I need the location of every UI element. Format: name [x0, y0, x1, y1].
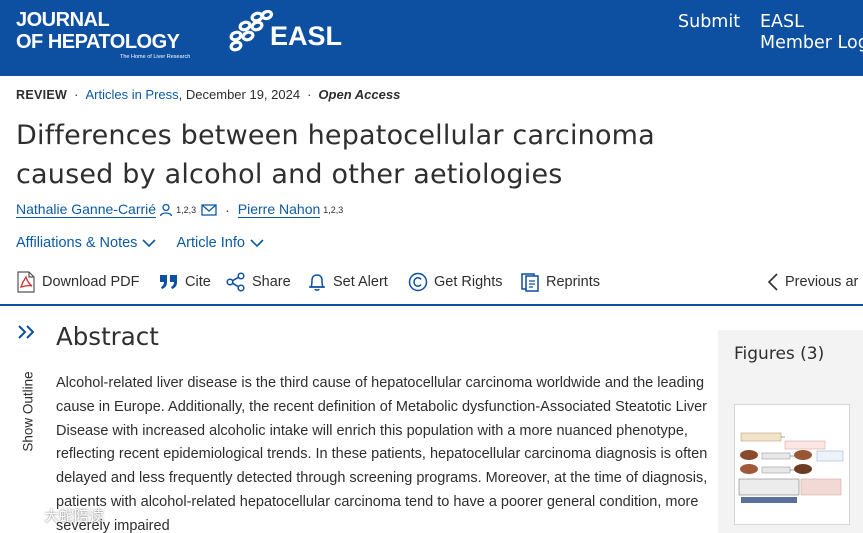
- meta-separator: ·: [307, 87, 312, 102]
- header-nav: Submit EASL Member Login: [678, 12, 863, 53]
- previous-article-label: Previous ar: [785, 274, 859, 290]
- journal-tagline: The Home of Liver Research: [120, 54, 191, 60]
- submit-link[interactable]: Submit: [678, 12, 740, 32]
- figure-graphic: [735, 405, 849, 524]
- author-list: Nathalie Ganne-Carrié 1,2,3 · Pierre Nah…: [16, 201, 343, 218]
- easl-wordmark: EASL: [270, 21, 343, 51]
- reprints-button[interactable]: Reprints: [520, 270, 600, 294]
- figures-title: Figures (3): [734, 344, 825, 364]
- share-label: Share: [252, 274, 291, 290]
- reprints-icon: [521, 273, 539, 292]
- member-login-link[interactable]: EASL Member Login: [760, 12, 863, 54]
- meta-separator: ·: [74, 87, 79, 102]
- reprints-label: Reprints: [546, 274, 600, 290]
- show-outline-label: Show Outline: [20, 371, 36, 452]
- person-icon: [159, 203, 173, 216]
- author-separator: ·: [225, 201, 230, 218]
- show-outline-toggle[interactable]: Show Outline: [14, 322, 42, 452]
- author-name[interactable]: Nathalie Ganne-Carrié: [16, 201, 157, 218]
- article-info-toggle[interactable]: Article Info: [176, 235, 264, 251]
- easl-dots-icon: [229, 10, 274, 52]
- get-rights-label: Get Rights: [434, 274, 503, 290]
- share-button[interactable]: Share: [226, 270, 291, 294]
- chevron-down-icon: [250, 238, 264, 247]
- open-access-label: Open Access: [318, 87, 401, 102]
- cite-label: Cite: [185, 274, 211, 290]
- figures-panel: Figures (3): [718, 330, 863, 533]
- article-meta: REVIEW · Articles in Press, December 19, 2…: [16, 87, 400, 102]
- set-alert-label: Set Alert: [333, 274, 388, 290]
- journal-logo-line1: JOURNAL: [16, 9, 110, 31]
- article-toolbar: Download PDF Cite Share Set Alert Get Ri…: [16, 270, 863, 296]
- figure-thumbnail[interactable]: [734, 404, 850, 525]
- article-info-label: Article Info: [176, 235, 245, 251]
- download-pdf-button[interactable]: Download PDF: [16, 270, 140, 294]
- articles-in-press-link[interactable]: Articles in Press: [85, 87, 178, 102]
- get-rights-button[interactable]: Get Rights: [408, 270, 503, 294]
- author-name[interactable]: Pierre Nahon: [237, 201, 321, 218]
- author-affiliation-numbers: 1,2,3: [323, 204, 344, 215]
- publication-date: , December 19, 2024: [178, 87, 301, 102]
- cite-button[interactable]: Cite: [159, 270, 211, 294]
- quote-icon: [160, 275, 177, 289]
- previous-article-link[interactable]: Previous ar: [767, 270, 858, 294]
- watermark-logo-icon: [9, 509, 36, 522]
- watermark: 大蛇陪读: [8, 505, 104, 526]
- toolbar-divider: [0, 304, 863, 306]
- article-toggles: Affiliations & Notes Article Info: [16, 235, 284, 251]
- watermark-text: 大蛇陪读: [44, 508, 105, 525]
- journal-logo-line2: OF HEPATOLOGY: [16, 31, 180, 53]
- bell-icon: [309, 274, 325, 291]
- copyright-icon: [408, 272, 428, 292]
- pdf-icon: [17, 271, 35, 293]
- article-title: Differences between hepatocellular carci…: [16, 120, 655, 190]
- site-header: JOURNAL OF HEPATOLOGY The Home of Liver …: [0, 0, 863, 76]
- chevron-down-icon: [142, 238, 157, 247]
- journal-logo[interactable]: JOURNAL OF HEPATOLOGY The Home of Liver …: [16, 9, 190, 60]
- article-type: REVIEW: [16, 88, 68, 102]
- easl-logo[interactable]: EASL: [228, 10, 342, 54]
- double-chevron-right-icon: [18, 325, 35, 339]
- abstract-heading: Abstract: [56, 322, 159, 351]
- set-alert-button[interactable]: Set Alert: [307, 270, 388, 294]
- chevron-left-icon: [767, 273, 778, 291]
- affiliations-notes-label: Affiliations & Notes: [16, 235, 138, 251]
- email-icon[interactable]: [201, 203, 217, 216]
- author-affiliation-numbers: 1,2,3: [176, 204, 197, 215]
- affiliations-notes-toggle[interactable]: Affiliations & Notes: [16, 235, 157, 251]
- share-icon: [226, 272, 245, 292]
- download-pdf-label: Download PDF: [42, 274, 140, 290]
- abstract-text: Alcohol-related liver disease is the thi…: [56, 375, 708, 533]
